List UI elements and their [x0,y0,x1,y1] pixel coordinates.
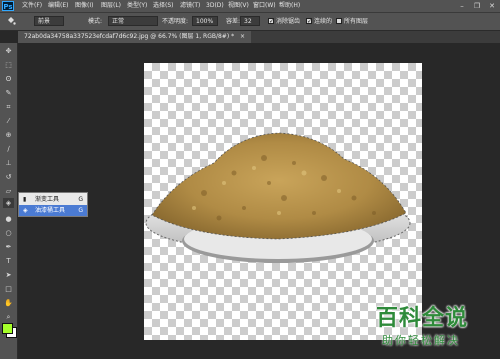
minimize-icon[interactable]: – [455,0,469,12]
document-tab-title: 72ab0da34758a337523efcdaf7d6c92.jpg @ 66… [24,33,235,40]
quick-select-tool-icon[interactable]: ✎ [3,88,14,98]
antialias-label: 消除锯齿 [276,18,301,25]
menu-type[interactable]: 类型(Y) [127,0,147,12]
menu-3d[interactable]: 3D(D) [206,0,224,12]
watermark: 百科全说 助你轻松解决 [362,298,492,352]
healing-brush-tool-icon[interactable]: ⊕ [3,130,14,140]
paint-bucket-icon[interactable] [4,16,18,30]
menu-edit[interactable]: 编辑(E) [48,0,68,12]
menu-select[interactable]: 选择(S) [153,0,174,12]
eraser-tool-icon[interactable]: ▱ [3,186,14,196]
antialias-checkbox[interactable]: ✓ [268,18,274,25]
document-tab-bar: 72ab0da34758a337523efcdaf7d6c92.jpg @ 66… [18,31,500,43]
opacity-label: 不透明度: [162,18,189,25]
menu-bar: Ps 文件(F) 编辑(E) 图像(I) 图层(L) 类型(Y) 选择(S) 滤… [0,0,500,13]
contiguous-label: 连续的 [314,18,333,25]
pen-tool-icon[interactable]: ✒ [3,242,14,252]
rectangle-tool-icon[interactable]: □ [3,284,14,294]
tool-flyout-menu: ▮ 渐变工具 G ◈ 油漆桶工具 G [18,192,88,217]
close-window-icon[interactable]: ✕ [485,0,499,12]
tolerance-label: 容差: [226,18,241,25]
eyedropper-tool-icon[interactable]: ⁄ [3,116,14,126]
crop-tool-icon[interactable]: ⌗ [3,102,14,112]
document-tab[interactable]: 72ab0da34758a337523efcdaf7d6c92.jpg @ 66… [18,31,252,43]
flyout-item-shortcut: G [78,207,83,214]
close-tab-icon[interactable]: × [240,33,245,40]
menu-window[interactable]: 窗口(W) [253,0,276,12]
flyout-item-paint-bucket[interactable]: ◈ 油漆桶工具 G [19,205,87,216]
foreground-color-swatch[interactable] [2,323,13,334]
brush-tool-icon[interactable]: ∕ [3,144,14,154]
flyout-item-label: 油漆桶工具 [35,207,66,214]
paint-bucket-icon: ◈ [23,207,28,214]
mode-select[interactable]: 正常 [108,16,158,26]
tolerance-value: 32 [244,18,252,25]
blur-tool-icon[interactable]: ● [3,214,14,224]
menu-file[interactable]: 文件(F) [22,0,42,12]
mode-value: 正常 [112,18,125,25]
menu-view[interactable]: 视图(V) [228,0,249,12]
history-brush-tool-icon[interactable]: ↺ [3,172,14,182]
contiguous-checkbox[interactable]: ✓ [306,18,312,25]
opacity-input[interactable]: 100% [192,16,218,26]
options-bar: 前景 模式: 正常 不透明度: 100% 容差: 32 ✓ 消除锯齿 ✓ 连续的… [0,13,500,31]
watermark-subtitle: 助你轻松解决 [382,334,460,347]
opacity-value: 100% [196,18,214,25]
photoshop-logo: Ps [2,1,14,11]
menu-filter[interactable]: 滤镜(T) [180,0,200,12]
fill-source-value: 前景 [38,18,51,25]
flyout-item-label: 渐变工具 [35,196,60,203]
tolerance-input[interactable]: 32 [240,16,260,26]
fill-source-select[interactable]: 前景 [34,16,64,26]
tools-panel: ✥ ⬚ ʘ ✎ ⌗ ⁄ ⊕ ∕ ⊥ ↺ ▱ ◈ ● ○ ✒ T ➤ □ ✋ ⌕ [0,43,18,359]
gradient-tool-icon: ▮ [23,196,27,203]
zoom-tool-icon[interactable]: ⌕ [3,312,14,322]
move-tool-icon[interactable]: ✥ [3,46,14,56]
watermark-title: 百科全说 [376,306,469,331]
clone-stamp-tool-icon[interactable]: ⊥ [3,158,14,168]
menu-layer[interactable]: 图层(L) [101,0,121,12]
menu-image[interactable]: 图像(I) [75,0,93,12]
hand-tool-icon[interactable]: ✋ [3,298,14,308]
marquee-tool-icon[interactable]: ⬚ [3,60,14,70]
restore-icon[interactable]: ❐ [470,0,484,12]
path-select-tool-icon[interactable]: ➤ [3,270,14,280]
lasso-tool-icon[interactable]: ʘ [3,74,14,84]
type-tool-icon[interactable]: T [3,256,14,266]
flyout-item-gradient[interactable]: ▮ 渐变工具 G [19,194,87,205]
mode-label: 模式: [88,18,103,25]
dodge-tool-icon[interactable]: ○ [3,228,14,238]
menu-help[interactable]: 帮助(H) [279,0,300,12]
paint-bucket-tool-icon[interactable]: ◈ [3,198,14,208]
flyout-item-shortcut: G [78,196,83,203]
all-layers-checkbox[interactable] [336,18,342,24]
all-layers-label: 所有图层 [344,18,369,25]
